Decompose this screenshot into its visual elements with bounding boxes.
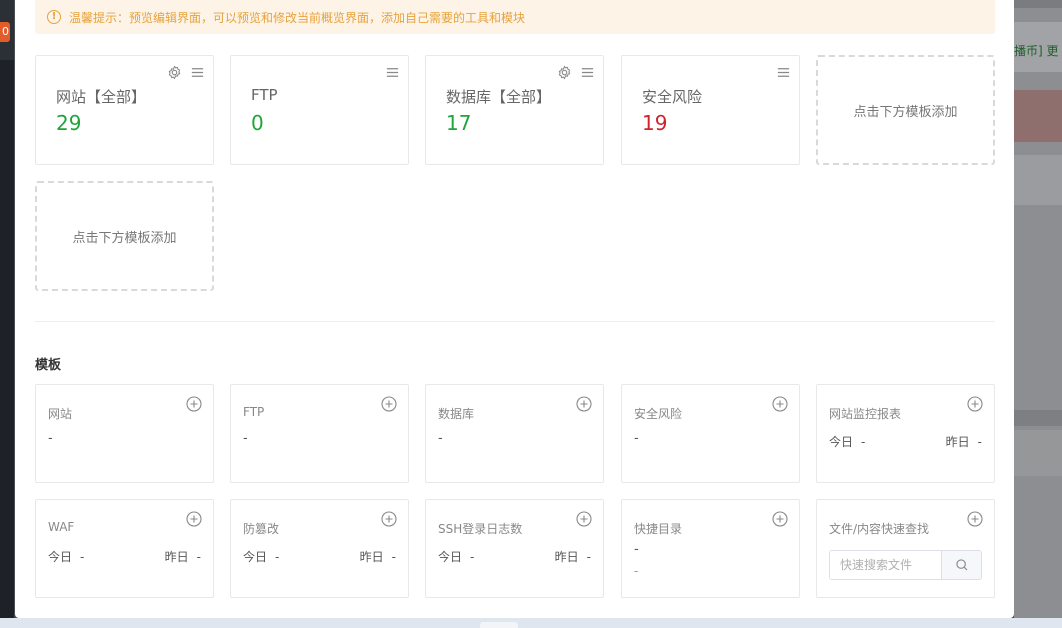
- template-card-tamper-proof: 防篡改 今日 - 昨日 -: [230, 499, 409, 598]
- drag-menu-icon[interactable]: [580, 65, 595, 80]
- template-title: FTP: [243, 405, 265, 419]
- template-value-secondary: -: [634, 564, 639, 578]
- background-bar: [1014, 0, 1062, 8]
- plus-circle-icon[interactable]: [381, 511, 397, 527]
- template-title: 防篡改: [243, 522, 280, 536]
- template-value: -: [438, 431, 443, 446]
- plus-circle-icon[interactable]: [381, 396, 397, 412]
- template-stat-row: 今日 - 昨日 -: [438, 548, 591, 565]
- template-title: 网站: [48, 407, 73, 421]
- background-badge: 0: [0, 22, 10, 42]
- template-card-waf: WAF 今日 - 昨日 -: [35, 499, 214, 598]
- today-label: 今日: [829, 435, 854, 449]
- drag-menu-icon[interactable]: [190, 65, 205, 80]
- yesterday-value: -: [391, 550, 396, 564]
- plus-circle-icon[interactable]: [576, 511, 592, 527]
- drag-menu-icon[interactable]: [776, 65, 791, 80]
- stat-card-ftp[interactable]: FTP 0: [230, 55, 409, 165]
- stat-value: 17: [446, 111, 472, 135]
- exclamation-circle-icon: !: [47, 10, 61, 24]
- template-title: WAF: [48, 520, 75, 534]
- template-value: -: [243, 431, 248, 446]
- tip-text: 温馨提示：预览编辑界面，可以预览和修改当前概览界面，添加自己需要的工具和模块: [69, 10, 526, 25]
- yesterday-label: 昨日: [945, 435, 970, 449]
- template-title: 安全风险: [634, 407, 683, 421]
- gear-icon[interactable]: [557, 65, 572, 80]
- stat-title: FTP: [251, 86, 278, 104]
- today-value: -: [275, 550, 280, 564]
- yesterday-label: 昨日: [554, 550, 579, 564]
- search-icon: [955, 559, 967, 571]
- stat-value: 19: [642, 111, 668, 135]
- background-row: [1014, 410, 1062, 426]
- template-card-database: 数据库 -: [425, 384, 604, 483]
- tip-banner: ! 温馨提示：预览编辑界面，可以预览和修改当前概览界面，添加自己需要的工具和模块: [35, 0, 995, 34]
- plus-circle-icon[interactable]: [772, 511, 788, 527]
- background-link: 播币] 更: [1014, 22, 1062, 72]
- background-alert-row: [1014, 90, 1062, 142]
- stat-value: 29: [56, 111, 82, 135]
- stat-card-website[interactable]: 网站【全部】 29: [35, 55, 214, 165]
- template-card-site-monitor: 网站监控报表 今日 - 昨日 -: [816, 384, 995, 483]
- stat-title: 网站【全部】: [56, 88, 147, 106]
- plus-circle-icon[interactable]: [772, 396, 788, 412]
- template-card-quick-directory: 快捷目录 - -: [621, 499, 800, 598]
- plus-circle-icon[interactable]: [967, 396, 983, 412]
- background-sidebar: 0: [0, 0, 14, 628]
- plus-circle-icon[interactable]: [186, 396, 202, 412]
- template-title: 文件/内容快速查找: [829, 522, 930, 536]
- template-value: -: [48, 431, 53, 446]
- template-card-ftp: FTP -: [230, 384, 409, 483]
- yesterday-label: 昨日: [359, 550, 384, 564]
- plus-circle-icon[interactable]: [186, 511, 202, 527]
- background-taskbar: [0, 618, 1062, 628]
- gear-icon[interactable]: [167, 65, 182, 80]
- template-stat-row: 今日 - 昨日 -: [48, 548, 201, 565]
- template-stat-row: 今日 - 昨日 -: [829, 433, 982, 450]
- yesterday-value: -: [977, 435, 982, 449]
- template-title: 网站监控报表: [829, 407, 902, 421]
- today-label: 今日: [438, 550, 463, 564]
- template-card-website: 网站 -: [35, 384, 214, 483]
- background-row: [1014, 430, 1062, 476]
- template-title: 快捷目录: [634, 522, 683, 536]
- template-stat-row: 今日 - 昨日 -: [243, 548, 396, 565]
- today-value: -: [861, 435, 866, 449]
- background-content: 播币] 更: [1014, 0, 1062, 628]
- template-card-ssh-log: SSH登录日志数 今日 - 昨日 -: [425, 499, 604, 598]
- add-module-slot[interactable]: 点击下方模板添加: [35, 181, 214, 291]
- stat-value: 0: [251, 111, 264, 135]
- today-value: -: [470, 550, 475, 564]
- template-title: SSH登录日志数: [438, 522, 523, 536]
- template-value: -: [634, 431, 639, 446]
- today-label: 今日: [243, 550, 268, 564]
- template-title: 数据库: [438, 407, 475, 421]
- template-card-file-search: 文件/内容快速查找: [816, 499, 995, 598]
- stat-card-security-risk[interactable]: 安全风险 19: [621, 55, 800, 165]
- template-card-security-risk: 安全风险 -: [621, 384, 800, 483]
- today-value: -: [80, 550, 85, 564]
- yesterday-value: -: [196, 550, 201, 564]
- overview-edit-modal: ! 温馨提示：预览编辑界面，可以预览和修改当前概览界面，添加自己需要的工具和模块…: [15, 0, 1014, 618]
- file-search-box: [829, 550, 982, 580]
- file-search-input[interactable]: [830, 551, 941, 579]
- plus-circle-icon[interactable]: [967, 511, 983, 527]
- divider: [35, 321, 995, 322]
- background-row: [1014, 155, 1062, 205]
- stat-card-database[interactable]: 数据库【全部】 17: [425, 55, 604, 165]
- stat-title: 数据库【全部】: [446, 88, 552, 106]
- today-label: 今日: [48, 550, 73, 564]
- drag-menu-icon[interactable]: [385, 65, 400, 80]
- plus-circle-icon[interactable]: [576, 396, 592, 412]
- template-value: -: [634, 542, 639, 557]
- background-sidebar-strip: [0, 60, 14, 620]
- templates-heading: 模板: [35, 358, 62, 373]
- stat-title: 安全风险: [642, 88, 703, 106]
- search-button[interactable]: [941, 551, 981, 579]
- yesterday-label: 昨日: [164, 550, 189, 564]
- background-tab: [480, 622, 518, 628]
- yesterday-value: -: [586, 550, 591, 564]
- add-module-slot[interactable]: 点击下方模板添加: [816, 55, 995, 165]
